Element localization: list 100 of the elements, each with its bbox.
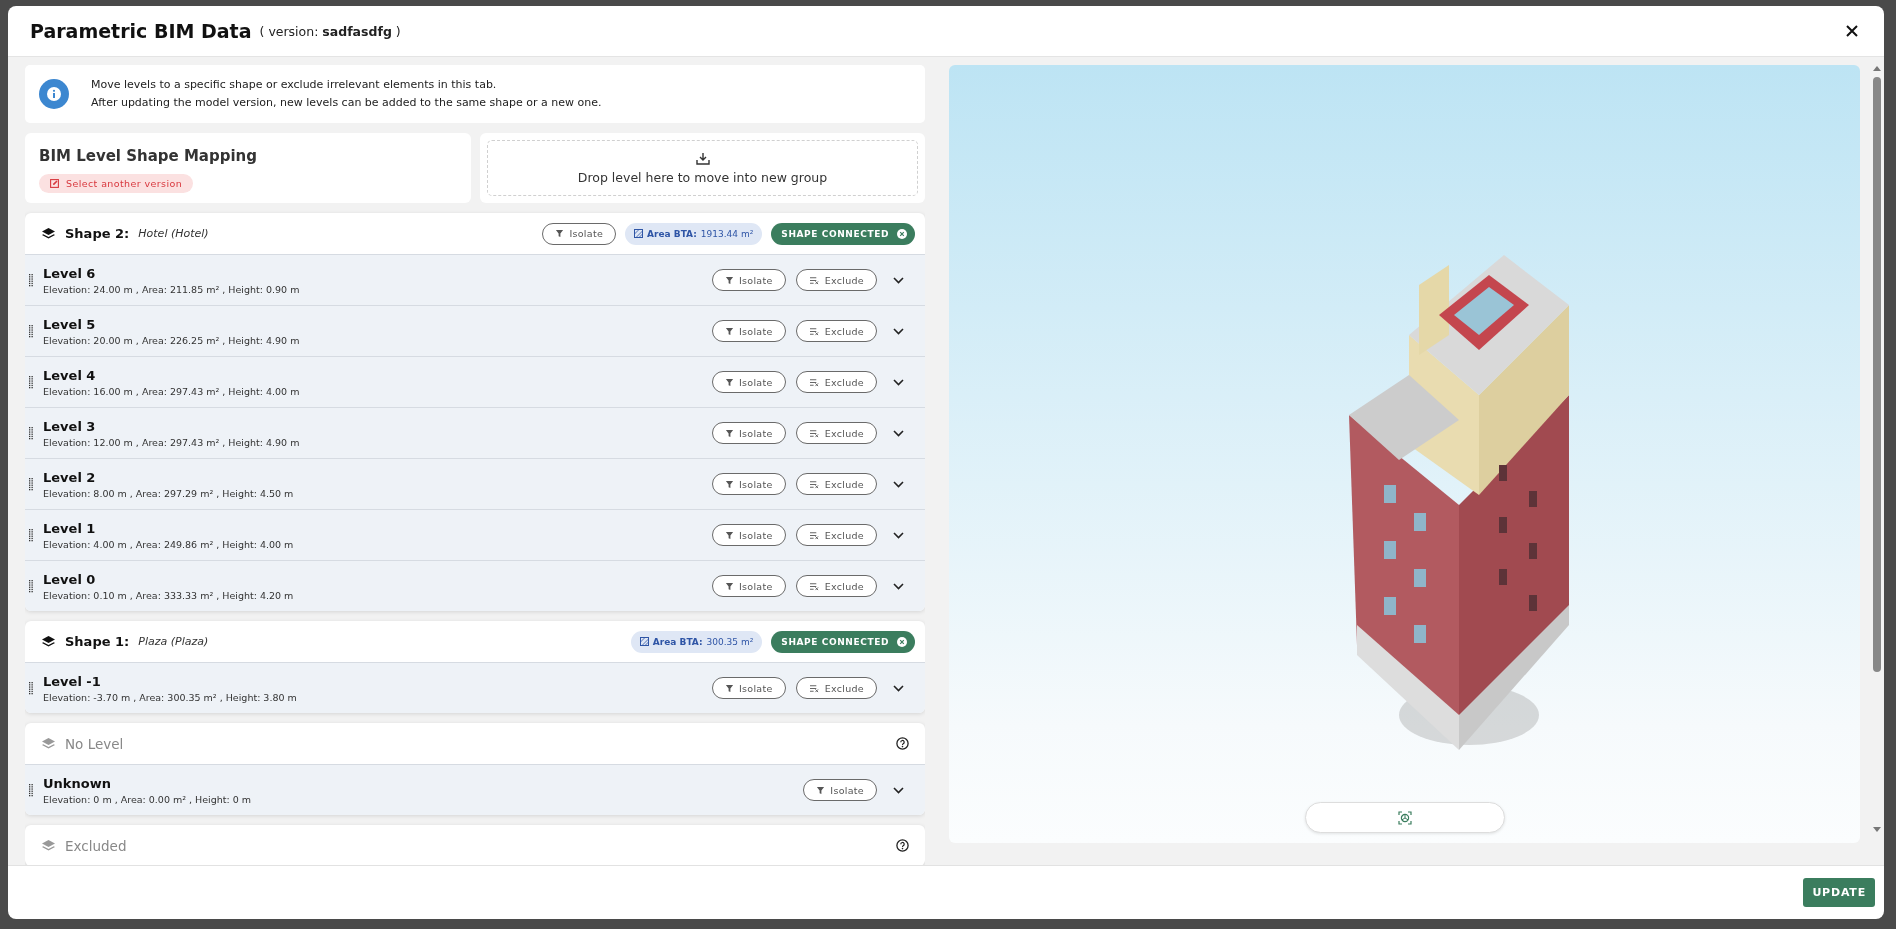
isolate-button[interactable]: Isolate (711, 473, 786, 495)
level-details: Elevation: 12.00 m , Area: 297.43 m² , Height: 4.90 m (43, 436, 301, 448)
level-name: Unknown (43, 775, 112, 791)
chevron-down-icon[interactable] (893, 276, 904, 284)
filter-icon (724, 683, 734, 693)
filter-icon (724, 428, 734, 438)
isolate-button[interactable]: Isolate (711, 269, 786, 291)
chevron-down-icon[interactable] (893, 327, 904, 335)
drag-handle-icon[interactable] (29, 783, 33, 797)
update-button[interactable]: UPDATE (1803, 878, 1875, 907)
info-text: Move levels to a specific shape or exclude irrelevant elements in this tab. (91, 77, 498, 93)
group-title: No Level (65, 735, 125, 752)
layers-icon (41, 226, 56, 241)
filter-icon (724, 275, 734, 285)
level-row[interactable]: Unknown Elevation: 0 m , Area: 0.00 m² , Height: 0 m Isolate (25, 764, 925, 815)
list-x-icon (808, 428, 820, 438)
level-details: Elevation: 8.00 m , Area: 297.29 m² , Height: 4.50 m (43, 487, 295, 499)
chevron-down-icon[interactable] (893, 480, 904, 488)
filter-icon (816, 785, 826, 795)
shape-label: Shape 2: (65, 226, 130, 241)
help-icon[interactable] (896, 839, 909, 852)
list-x-icon (808, 377, 820, 387)
exclude-button[interactable]: Exclude (795, 524, 877, 546)
drag-handle-icon[interactable] (29, 426, 33, 440)
select-version-button[interactable]: Select another version (39, 174, 194, 193)
isolate-button[interactable]: Isolate (542, 222, 617, 245)
isolate-button[interactable]: Isolate (803, 779, 877, 801)
exclude-button[interactable]: Exclude (795, 677, 877, 699)
drag-handle-icon[interactable] (29, 324, 33, 338)
level-name: Level 1 (43, 520, 97, 536)
list-x-icon (808, 683, 820, 693)
shape-name: Hotel (Hotel) (138, 227, 210, 240)
group-title: Excluded (65, 837, 128, 854)
isolate-button[interactable]: Isolate (711, 422, 786, 444)
drop-zone[interactable]: Drop level here to move into new group (487, 140, 918, 196)
level-row[interactable]: Level 2 Elevation: 8.00 m , Area: 297.29 m² , Height: 4.50 m Isolate Exclude (25, 458, 925, 509)
level-details: Elevation: 0.10 m , Area: 333.33 m² , Height: 4.20 m (43, 589, 295, 601)
shape-label: Shape 1: (65, 634, 130, 649)
shape-connected-button[interactable]: SHAPE CONNECTED (771, 630, 915, 653)
filter-icon (724, 530, 734, 540)
drag-handle-icon[interactable] (29, 477, 33, 491)
drag-handle-icon[interactable] (29, 681, 33, 695)
layers-icon (41, 634, 56, 649)
level-name: Level 4 (43, 367, 97, 383)
level-details: Elevation: 4.00 m , Area: 249.86 m² , Height: 4.00 m (43, 538, 295, 550)
layers-icon (41, 838, 56, 853)
isolate-button[interactable]: Isolate (711, 371, 786, 393)
chevron-down-icon[interactable] (893, 582, 904, 590)
close-circle-icon (897, 228, 907, 239)
isolate-button[interactable]: Isolate (711, 575, 786, 597)
level-row[interactable]: Level -1 Elevation: -3.70 m , Area: 300.35 m² , Height: 3.80 m Isolate Exclude (25, 662, 925, 713)
level-row[interactable]: Level 6 Elevation: 24.00 m , Area: 211.85 m² , Height: 0.90 m Isolate Exclude (25, 254, 925, 305)
level-row[interactable]: Level 4 Elevation: 16.00 m , Area: 297.43 m² , Height: 4.00 m Isolate Exclude (25, 356, 925, 407)
drag-handle-icon[interactable] (29, 273, 33, 287)
info-icon (39, 79, 69, 109)
filter-icon (724, 377, 734, 387)
level-name: Level 6 (43, 265, 97, 281)
drop-zone-text: Drop level here to move into new group (577, 169, 828, 185)
level-row[interactable]: Level 0 Elevation: 0.10 m , Area: 333.33 m² , Height: 4.20 m Isolate Exclude (25, 560, 925, 611)
cube-focus-icon (1397, 810, 1412, 825)
chevron-down-icon[interactable] (893, 684, 904, 692)
exclude-button[interactable]: Exclude (795, 371, 877, 393)
exclude-button[interactable]: Exclude (795, 473, 877, 495)
area-badge: Area BTA: 1913.44 m² (625, 222, 763, 245)
level-row[interactable]: Level 3 Elevation: 12.00 m , Area: 297.43 m² , Height: 4.90 m Isolate Exclude (25, 407, 925, 458)
filter-icon (724, 479, 734, 489)
chevron-down-icon[interactable] (893, 531, 904, 539)
hatch-icon (639, 637, 649, 646)
shape-connected-button[interactable]: SHAPE CONNECTED (771, 222, 915, 245)
exclude-button[interactable]: Exclude (795, 320, 877, 342)
layers-icon (41, 736, 56, 751)
level-details: Elevation: 24.00 m , Area: 211.85 m² , Height: 0.90 m (43, 283, 301, 295)
chevron-down-icon[interactable] (893, 786, 904, 794)
close-circle-icon (897, 636, 907, 647)
isolate-button[interactable]: Isolate (711, 677, 786, 699)
download-icon (695, 151, 710, 165)
info-text: After updating the model version, new levels can be added to the same shape or a new one. (91, 95, 602, 111)
exclude-button[interactable]: Exclude (795, 575, 877, 597)
help-icon[interactable] (896, 737, 909, 750)
list-x-icon (808, 275, 820, 285)
filter-icon (724, 581, 734, 591)
level-details: Elevation: 16.00 m , Area: 297.43 m² , Height: 4.00 m (43, 385, 301, 397)
level-row[interactable]: Level 1 Elevation: 4.00 m , Area: 249.86 m² , Height: 4.00 m Isolate Exclude (25, 509, 925, 560)
isolate-button[interactable]: Isolate (711, 320, 786, 342)
model-viewer[interactable] (949, 65, 1860, 843)
chevron-down-icon[interactable] (893, 429, 904, 437)
list-x-icon (808, 479, 820, 489)
level-details: Elevation: -3.70 m , Area: 300.35 m² , Height: 3.80 m (43, 691, 298, 703)
drag-handle-icon[interactable] (29, 579, 33, 593)
level-row[interactable]: Level 5 Elevation: 20.00 m , Area: 226.25 m² , Height: 4.90 m Isolate Exclude (25, 305, 925, 356)
level-name: Level -1 (43, 673, 102, 689)
shape-name: Plaza (Plaza) (138, 635, 210, 648)
exclude-button[interactable]: Exclude (795, 422, 877, 444)
drag-handle-icon[interactable] (29, 375, 33, 389)
level-name: Level 5 (43, 316, 97, 332)
hatch-icon (634, 229, 644, 238)
chevron-down-icon[interactable] (893, 378, 904, 386)
exclude-button[interactable]: Exclude (795, 269, 877, 291)
drag-handle-icon[interactable] (29, 528, 33, 542)
isolate-button[interactable]: Isolate (711, 524, 786, 546)
